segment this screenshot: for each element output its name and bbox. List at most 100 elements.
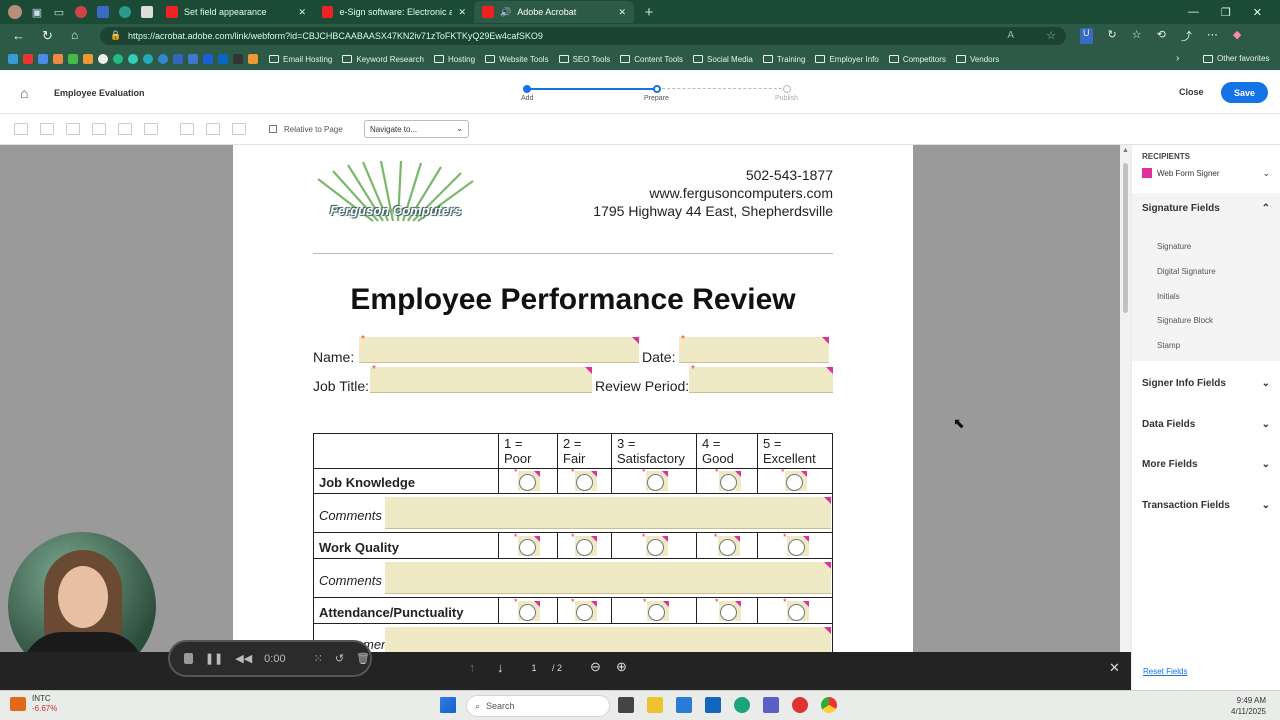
bookmark-folder[interactable]: Social Media bbox=[688, 55, 758, 64]
bookmark-favicon-icon[interactable] bbox=[143, 54, 153, 64]
radio-excellent[interactable] bbox=[788, 604, 805, 621]
bookmark-folder[interactable]: Hosting bbox=[429, 55, 480, 64]
chrome-icon[interactable] bbox=[821, 697, 837, 713]
bookmark-favicon-icon[interactable] bbox=[113, 54, 123, 64]
url-field[interactable]: 🔒 https://acrobat.adobe.com/link/webform… bbox=[100, 27, 1066, 45]
history-icon[interactable]: ⟲ bbox=[1157, 28, 1166, 44]
comments-field[interactable] bbox=[385, 497, 831, 529]
bookmark-favicon-icon[interactable] bbox=[98, 54, 108, 64]
other-favorites-folder[interactable]: Other favorites bbox=[1198, 54, 1274, 63]
step-label-add[interactable]: Add bbox=[521, 95, 533, 102]
radio-excellent[interactable] bbox=[786, 474, 803, 491]
file-explorer-icon[interactable] bbox=[647, 697, 663, 713]
close-tab-icon[interactable]: ✕ bbox=[618, 7, 626, 18]
radio-poor[interactable] bbox=[519, 604, 536, 621]
match-size-icon[interactable] bbox=[232, 123, 246, 135]
bookmark-favicon-icon[interactable] bbox=[173, 54, 183, 64]
radio-fair[interactable] bbox=[576, 474, 593, 491]
close-button[interactable]: Close bbox=[1179, 87, 1204, 97]
review-period-field[interactable]: * bbox=[689, 364, 833, 393]
recipient-select[interactable]: Web Form Signer ⌄ bbox=[1142, 166, 1270, 180]
bookmark-folder[interactable]: Email Hosting bbox=[264, 55, 337, 64]
step-label-prepare[interactable]: Prepare bbox=[644, 95, 669, 102]
distribute-vertical-icon[interactable] bbox=[206, 123, 220, 135]
reset-fields-link[interactable]: Reset Fields bbox=[1143, 667, 1187, 676]
navigate-to-select[interactable]: Navigate to... ⌄ bbox=[364, 120, 469, 138]
zoom-in-icon[interactable]: ⊕ bbox=[616, 659, 627, 675]
bookmark-favicon-icon[interactable] bbox=[233, 54, 243, 64]
field-digital-signature[interactable]: Digital Signature bbox=[1157, 267, 1216, 276]
align-right-icon[interactable] bbox=[66, 123, 80, 135]
radio-satisfactory[interactable] bbox=[647, 474, 664, 491]
restore-icon[interactable]: ❐ bbox=[1221, 6, 1231, 19]
new-tab-icon[interactable]: + bbox=[638, 1, 660, 23]
copilot-icon[interactable]: ◆ bbox=[1233, 28, 1241, 44]
scroll-thumb[interactable] bbox=[1123, 163, 1128, 313]
close-window-icon[interactable]: ✕ bbox=[1253, 6, 1262, 19]
bookmark-folder[interactable]: Keyword Research bbox=[337, 55, 429, 64]
bookmark-folder[interactable]: Competitors bbox=[884, 55, 951, 64]
document-scrollbar[interactable]: ▲ bbox=[1120, 145, 1131, 652]
align-center-icon[interactable] bbox=[40, 123, 54, 135]
sync-icon[interactable]: ↻ bbox=[1108, 28, 1117, 44]
job-title-field[interactable]: * bbox=[370, 364, 592, 393]
more-fields-header[interactable]: More Fields ⌄ bbox=[1142, 459, 1270, 470]
bookmark-favicon-icon[interactable] bbox=[83, 54, 93, 64]
radio-satisfactory[interactable] bbox=[647, 539, 664, 556]
refresh-icon[interactable]: ↻ bbox=[42, 28, 53, 44]
field-signature[interactable]: Signature bbox=[1157, 242, 1191, 251]
bookmark-favicon-icon[interactable] bbox=[68, 54, 78, 64]
bookmark-favicon-icon[interactable] bbox=[158, 54, 168, 64]
page-up-icon[interactable]: ↑ bbox=[469, 660, 476, 675]
delete-icon[interactable]: 🗑 bbox=[356, 652, 370, 665]
pinned-tab[interactable] bbox=[92, 1, 114, 23]
bookmark-favicon-icon[interactable] bbox=[53, 54, 63, 64]
zoom-out-icon[interactable]: ⊖ bbox=[590, 659, 601, 675]
bookmark-favicon-icon[interactable] bbox=[203, 54, 213, 64]
extension-icon[interactable]: U bbox=[1080, 28, 1093, 44]
favorites-icon[interactable]: ☆ bbox=[1132, 28, 1142, 44]
field-stamp[interactable]: Stamp bbox=[1157, 341, 1180, 350]
stop-recording-icon[interactable] bbox=[184, 653, 193, 664]
distribute-horizontal-icon[interactable] bbox=[180, 123, 194, 135]
comments-field[interactable] bbox=[385, 562, 831, 594]
app-icon[interactable] bbox=[792, 697, 808, 713]
close-tab-icon[interactable]: ✕ bbox=[298, 7, 306, 18]
data-fields-header[interactable]: Data Fields ⌄ bbox=[1142, 419, 1270, 430]
step-label-publish[interactable]: Publish bbox=[775, 95, 798, 102]
taskbar-search[interactable]: ⌕ Search bbox=[466, 695, 610, 717]
bookmark-folder[interactable]: Content Tools bbox=[615, 55, 688, 64]
radio-satisfactory[interactable] bbox=[648, 604, 665, 621]
radio-excellent[interactable] bbox=[788, 539, 805, 556]
back-icon[interactable]: ← bbox=[12, 28, 25, 43]
scroll-up-icon[interactable]: ▲ bbox=[1122, 147, 1129, 154]
transaction-fields-header[interactable]: Transaction Fields ⌄ bbox=[1142, 500, 1270, 511]
store-icon[interactable] bbox=[676, 697, 692, 713]
radio-fair[interactable] bbox=[576, 539, 593, 556]
align-top-icon[interactable] bbox=[92, 123, 106, 135]
page-down-icon[interactable]: ↓ bbox=[497, 660, 504, 675]
favorite-star-icon[interactable]: ☆ bbox=[1046, 29, 1056, 42]
page-number-input[interactable]: 1 bbox=[523, 661, 545, 677]
bookmark-favicon-icon[interactable] bbox=[8, 54, 18, 64]
bookmark-favicon-icon[interactable] bbox=[128, 54, 138, 64]
date-field[interactable]: * bbox=[679, 334, 829, 363]
pinned-tab[interactable] bbox=[70, 1, 92, 23]
bookmark-favicon-icon[interactable] bbox=[38, 54, 48, 64]
edge-icon[interactable] bbox=[734, 697, 750, 713]
align-bottom-icon[interactable] bbox=[144, 123, 158, 135]
relative-to-page-checkbox[interactable] bbox=[269, 125, 277, 133]
workspaces-icon[interactable]: ▣ bbox=[26, 1, 48, 23]
teams-icon[interactable] bbox=[763, 697, 779, 713]
pause-icon[interactable]: ❚❚ bbox=[205, 652, 223, 665]
radio-good[interactable] bbox=[720, 604, 737, 621]
browser-tab[interactable]: e-Sign software: Electronic and d ✕ bbox=[314, 1, 474, 23]
bookmark-folder[interactable]: Employer Info bbox=[810, 55, 883, 64]
read-aloud-icon[interactable]: A bbox=[1007, 30, 1014, 41]
bookmark-folder[interactable]: Training bbox=[758, 55, 811, 64]
pinned-tab[interactable] bbox=[136, 1, 158, 23]
rewind-icon[interactable]: ◀◀ bbox=[235, 652, 252, 665]
browser-tab[interactable]: Set field appearance ✕ bbox=[158, 1, 314, 23]
clock[interactable]: 9:49 AM 4/11/2025 bbox=[1218, 695, 1266, 717]
pinned-tab[interactable] bbox=[114, 1, 136, 23]
